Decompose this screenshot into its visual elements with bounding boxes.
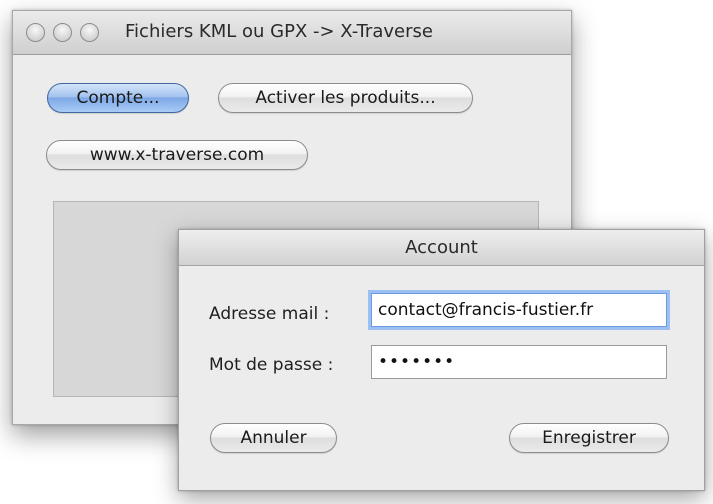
- account-sheet: Account Adresse mail : contact@francis-f…: [178, 229, 705, 491]
- save-button[interactable]: Enregistrer: [509, 423, 669, 453]
- window-title: Fichiers KML ou GPX -> X-Traverse: [125, 21, 433, 42]
- main-titlebar[interactable]: Fichiers KML ou GPX -> X-Traverse: [13, 11, 571, 55]
- compte-button[interactable]: Compte...: [47, 83, 189, 113]
- activer-produits-button[interactable]: Activer les produits...: [218, 83, 473, 113]
- minimize-window-icon[interactable]: [53, 23, 72, 42]
- password-label: Mot de passe :: [209, 355, 334, 375]
- website-button[interactable]: www.x-traverse.com: [46, 140, 308, 170]
- email-field[interactable]: contact@francis-fustier.fr: [371, 293, 667, 327]
- cancel-button[interactable]: Annuler: [210, 423, 337, 453]
- account-title: Account: [405, 237, 478, 258]
- password-field[interactable]: •••••••: [371, 345, 667, 379]
- account-titlebar[interactable]: Account: [179, 230, 704, 266]
- email-label: Adresse mail :: [209, 304, 330, 324]
- close-window-icon[interactable]: [26, 23, 45, 42]
- zoom-window-icon[interactable]: [80, 23, 99, 42]
